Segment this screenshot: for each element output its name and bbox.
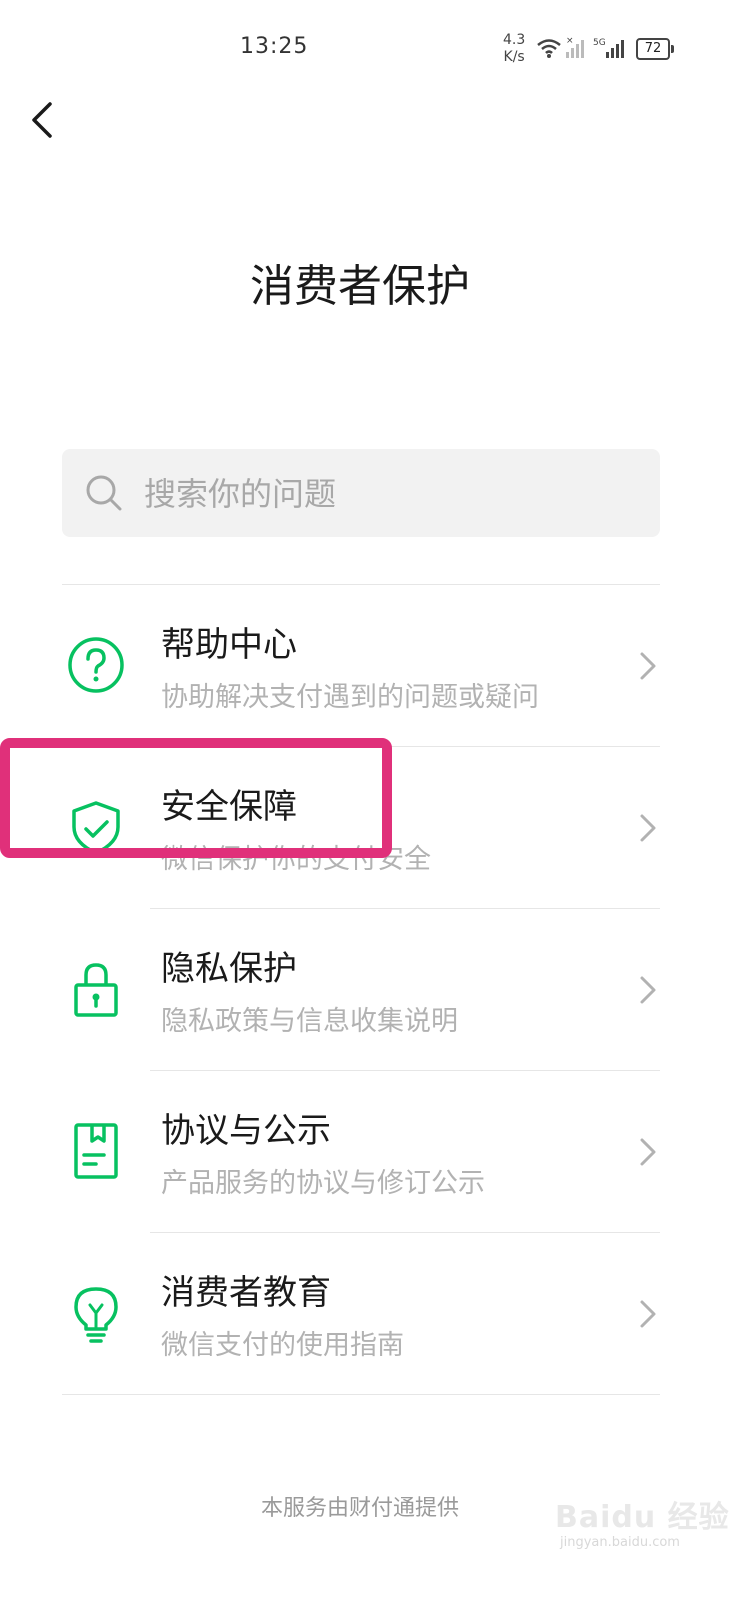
menu-item-title: 协议与公示 <box>161 1111 331 1151</box>
search-icon <box>86 475 122 511</box>
baidu-watermark: Baidu 经验 <box>555 1500 730 1535</box>
menu-item-subtitle: 微信支付的使用指南 <box>161 1330 404 1361</box>
page-title: 消费者保护 <box>250 261 470 312</box>
network-type-label: 5G <box>593 38 606 48</box>
back-button[interactable] <box>22 96 66 144</box>
menu-item-privacy[interactable]: 隐私保护 隐私政策与信息收集说明 <box>0 909 720 1071</box>
menu-item-subtitle: 隐私政策与信息收集说明 <box>161 1006 458 1037</box>
signal-bars-sim1-icon: × <box>566 36 584 58</box>
menu-item-title: 帮助中心 <box>161 625 297 665</box>
menu-item-title: 消费者教育 <box>161 1273 331 1313</box>
search-input[interactable] <box>142 449 646 539</box>
battery-level: 72 <box>644 41 662 56</box>
chevron-right-icon <box>640 1138 656 1166</box>
network-speed-unit: K/s <box>503 49 525 65</box>
document-icon <box>74 1123 118 1179</box>
svg-text:×: × <box>566 36 574 46</box>
question-circle-icon <box>68 637 124 693</box>
status-bar: 13:25 4.3 K/s × 5G 72 <box>0 0 737 100</box>
menu-item-title: 隐私保护 <box>161 949 297 989</box>
network-speed: 4.3 K/s <box>503 32 525 66</box>
annotation-highlight-box <box>0 738 392 858</box>
chevron-right-icon <box>640 814 656 842</box>
chevron-right-icon <box>640 976 656 1004</box>
chevron-right-icon <box>640 1300 656 1328</box>
menu-item-agreements[interactable]: 协议与公示 产品服务的协议与修订公示 <box>0 1071 720 1233</box>
signal-icons: × 5G <box>537 36 624 58</box>
battery-icon: 72 <box>636 38 674 60</box>
search-box[interactable] <box>62 449 660 539</box>
status-time: 13:25 <box>240 34 309 59</box>
divider <box>62 1394 660 1395</box>
menu-item-help-center[interactable]: 帮助中心 协助解决支付遇到的问题或疑问 <box>0 585 720 747</box>
network-speed-value: 4.3 <box>503 32 526 48</box>
chevron-left-icon <box>32 102 52 138</box>
signal-bars-sim2-icon: 5G <box>593 38 624 58</box>
lock-icon <box>74 963 118 1017</box>
menu-item-subtitle: 协助解决支付遇到的问题或疑问 <box>161 682 539 713</box>
lightbulb-icon <box>74 1287 118 1343</box>
baidu-watermark-url: jingyan.baidu.com <box>560 1535 680 1550</box>
wifi-icon <box>537 39 561 58</box>
menu-item-subtitle: 产品服务的协议与修订公示 <box>161 1168 485 1199</box>
menu-item-consumer-education[interactable]: 消费者教育 微信支付的使用指南 <box>0 1233 720 1395</box>
chevron-right-icon <box>640 652 656 680</box>
